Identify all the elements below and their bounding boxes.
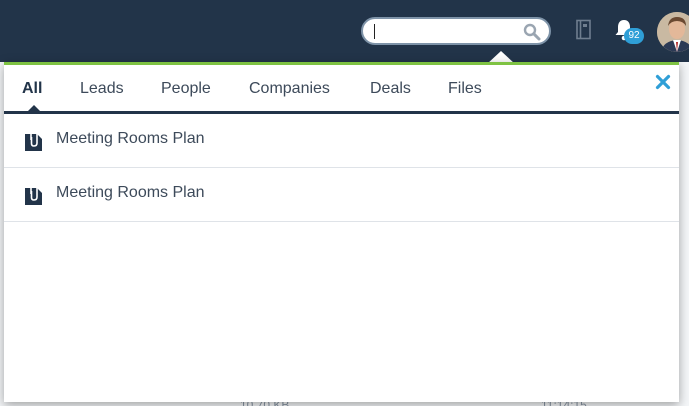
text-caret	[374, 24, 375, 39]
active-tab-indicator	[27, 105, 41, 112]
search-input[interactable]	[377, 22, 517, 42]
tab-people[interactable]: People	[161, 80, 211, 98]
search-box[interactable]	[361, 17, 551, 45]
result-title: Meeting Rooms Plan	[56, 184, 205, 201]
search-result-item[interactable]: Meeting Rooms Plan	[4, 168, 679, 222]
search-icon[interactable]	[523, 23, 541, 41]
file-attachment-icon	[25, 182, 42, 205]
top-navbar: 92	[0, 0, 689, 62]
notification-badge: 92	[624, 28, 644, 44]
tab-deals[interactable]: Deals	[370, 80, 411, 98]
tab-all[interactable]: All	[22, 80, 42, 98]
result-title: Meeting Rooms Plan	[56, 130, 205, 147]
user-avatar[interactable]	[657, 12, 689, 52]
tab-files[interactable]: Files	[448, 80, 482, 98]
close-icon[interactable]	[655, 74, 671, 90]
search-results-dropdown: All Leads People Companies Deals Files M…	[4, 62, 679, 402]
search-result-item[interactable]: Meeting Rooms Plan	[4, 114, 679, 168]
tab-companies[interactable]: Companies	[249, 80, 330, 98]
search-filter-tabs: All Leads People Companies Deals Files	[4, 65, 679, 114]
documents-icon[interactable]	[575, 19, 593, 41]
tab-leads[interactable]: Leads	[80, 80, 124, 98]
file-attachment-icon	[25, 128, 42, 151]
avatar-image	[657, 12, 689, 52]
